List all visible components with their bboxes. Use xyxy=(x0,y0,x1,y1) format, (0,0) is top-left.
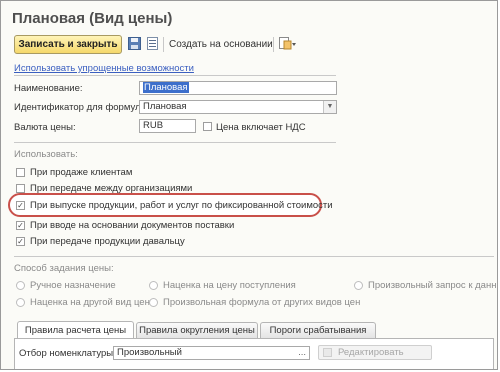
usage-checkbox-production[interactable]: ✓ xyxy=(16,201,25,210)
tab-rounding-rules[interactable]: Правила округления цены xyxy=(136,322,258,338)
usage-checkbox-tolling[interactable]: ✓ xyxy=(16,237,25,246)
radio-custom-query-label: Произвольный запрос к данны xyxy=(368,280,498,291)
radio-custom-formula-label: Произвольная формула от других видов цен xyxy=(163,297,361,308)
formula-id-field[interactable]: Плановая ▼ xyxy=(139,100,337,114)
name-field-value: Плановая xyxy=(143,82,189,93)
formula-id-value: Плановая xyxy=(143,101,187,112)
use-simplified-features-link[interactable]: Использовать упрощенные возможности xyxy=(14,63,194,74)
usage-label-sales: При продаже клиентам xyxy=(30,167,133,178)
edit-icon xyxy=(323,348,332,357)
edit-button[interactable]: Редактировать xyxy=(318,345,432,360)
edit-button-label: Редактировать xyxy=(338,347,404,358)
currency-label: Валюта цены: xyxy=(14,122,76,133)
filter-field[interactable]: Произвольный ... xyxy=(113,346,310,360)
radio-markup-other[interactable] xyxy=(16,298,25,307)
name-label: Наименование: xyxy=(14,83,83,94)
form-window: Плановая (Вид цены) Записать и закрыть С… xyxy=(0,0,498,370)
tab-price-rules[interactable]: Правила расчета цены xyxy=(17,321,134,338)
usage-label-supply-docs: При вводе на основании документов постав… xyxy=(30,220,235,231)
divider xyxy=(14,256,494,257)
radio-markup-receipt-label: Наценка на цену поступления xyxy=(163,280,296,291)
toolbar-separator xyxy=(163,37,164,52)
list-icon[interactable] xyxy=(147,37,160,50)
radio-markup-other-label: Наценка на другой вид цен xyxy=(30,297,150,308)
filter-label: Отбор номенклатуры: xyxy=(19,348,116,359)
usage-label-tolling: При передаче продукции давальцу xyxy=(30,236,185,247)
formula-id-label: Идентификатор для формул: xyxy=(14,102,144,113)
vat-checkbox[interactable] xyxy=(203,122,212,131)
vat-checkbox-label: Цена включает НДС xyxy=(216,122,306,133)
radio-manual-label: Ручное назначение xyxy=(30,280,116,291)
radio-manual[interactable] xyxy=(16,281,25,290)
divider xyxy=(14,75,336,76)
divider xyxy=(14,142,336,143)
ellipsis-button[interactable]: ... xyxy=(298,347,306,359)
tab-thresholds[interactable]: Пороги срабатывания xyxy=(260,322,376,338)
currency-field[interactable]: RUB xyxy=(139,119,196,133)
create-based-on-label: Создать на основании xyxy=(169,39,273,50)
usage-label-production: При выпуске продукции, работ и услуг по … xyxy=(30,200,333,211)
radio-markup-receipt[interactable] xyxy=(149,281,158,290)
radio-custom-query[interactable] xyxy=(354,281,363,290)
usage-checkbox-intercompany[interactable] xyxy=(16,184,25,193)
filter-value: Произвольный xyxy=(117,347,182,358)
usage-checkbox-sales[interactable] xyxy=(16,168,25,177)
add-document-icon[interactable] xyxy=(279,37,296,50)
name-field[interactable]: Плановая xyxy=(139,81,337,95)
create-based-on-button[interactable]: Создать на основании ▼ xyxy=(169,39,285,50)
chevron-down-icon[interactable]: ▼ xyxy=(323,101,336,113)
floppy-disk-icon[interactable] xyxy=(128,37,141,50)
form-title: Плановая (Вид цены) xyxy=(12,10,173,27)
usage-heading: Использовать: xyxy=(14,149,78,160)
radio-custom-formula[interactable] xyxy=(149,298,158,307)
usage-checkbox-supply-docs[interactable]: ✓ xyxy=(16,221,25,230)
save-and-close-button[interactable]: Записать и закрыть xyxy=(14,35,122,54)
price-method-heading: Способ задания цены: xyxy=(14,263,114,274)
toolbar-separator xyxy=(273,37,274,52)
